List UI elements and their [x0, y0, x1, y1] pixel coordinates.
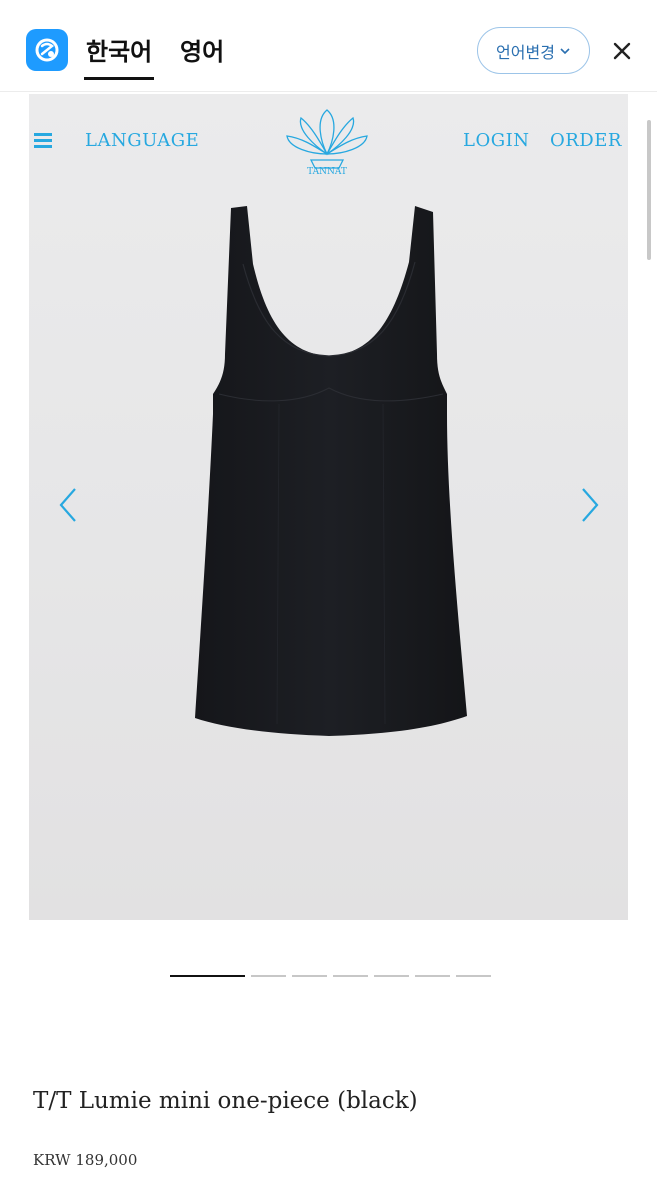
- tab-korean[interactable]: 한국어: [83, 32, 155, 80]
- product-image[interactable]: LANGUAGE TANNAT LOGIN ORDER: [29, 94, 628, 920]
- slide-pagination: [170, 975, 491, 977]
- slide-indicator[interactable]: [170, 975, 245, 977]
- slide-indicator[interactable]: [251, 975, 286, 977]
- scrollbar[interactable]: [647, 120, 651, 260]
- close-icon[interactable]: [611, 40, 633, 62]
- slide-indicator[interactable]: [456, 975, 491, 977]
- black-dress-photo: [195, 206, 467, 736]
- translation-bar: 한국어 영어 언어변경: [0, 0, 657, 92]
- chevron-left-icon[interactable]: [57, 487, 79, 523]
- login-link[interactable]: LOGIN: [463, 130, 529, 151]
- language-link[interactable]: LANGUAGE: [85, 130, 199, 151]
- chevron-right-icon[interactable]: [579, 487, 601, 523]
- tannat-logo[interactable]: TANNAT: [281, 106, 373, 176]
- slide-indicator[interactable]: [292, 975, 327, 977]
- order-link[interactable]: ORDER: [550, 130, 622, 151]
- change-language-label: 언어변경: [496, 42, 555, 62]
- slide-indicator[interactable]: [333, 975, 368, 977]
- translate-app-icon[interactable]: [26, 29, 68, 71]
- tab-english[interactable]: 영어: [180, 32, 224, 67]
- product-title: T/T Lumie mini one-piece (black): [33, 1088, 418, 1114]
- product-price: KRW 189,000: [33, 1151, 138, 1169]
- hamburger-menu-icon[interactable]: [34, 133, 52, 148]
- slide-indicator[interactable]: [374, 975, 409, 977]
- svg-text:TANNAT: TANNAT: [307, 167, 347, 176]
- change-language-button[interactable]: 언어변경: [477, 27, 590, 74]
- slide-indicator[interactable]: [415, 975, 450, 977]
- chevron-down-icon: [560, 47, 570, 54]
